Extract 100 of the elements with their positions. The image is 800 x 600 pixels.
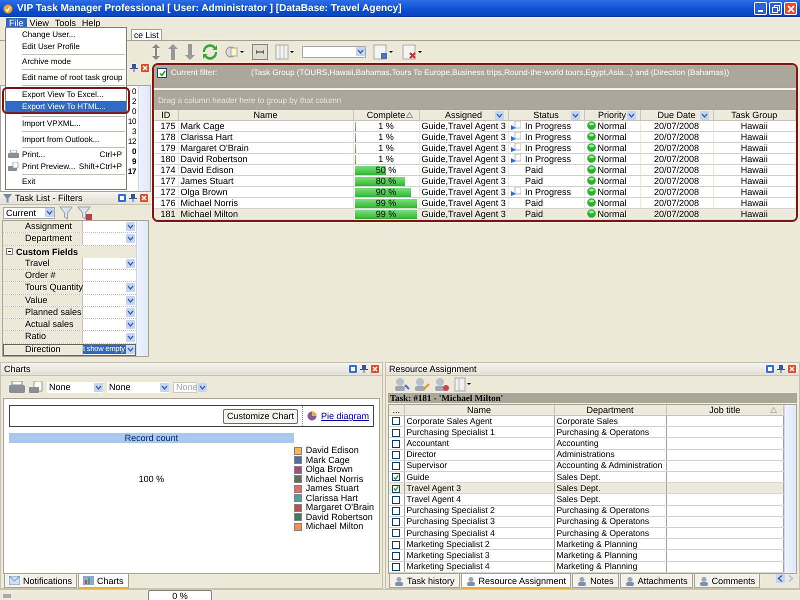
pie-diagram-link[interactable]: Pie diagram	[320, 411, 369, 421]
checkbox[interactable]	[392, 417, 400, 426]
dropdown-arrow-icon[interactable]	[126, 222, 135, 232]
column-header[interactable]: Assigned	[419, 110, 508, 120]
dropdown-arrow-icon[interactable]	[700, 111, 708, 120]
calendar-day[interactable]: 0	[132, 147, 136, 157]
tab[interactable]: ce List	[131, 29, 162, 40]
dropdown-arrow-icon[interactable]	[126, 344, 135, 354]
toggle-button[interactable]	[252, 44, 268, 60]
scroll-left-icon[interactable]	[776, 574, 785, 583]
close-button[interactable]	[784, 2, 797, 15]
calendar-day[interactable]: 12	[128, 137, 136, 147]
menu-item[interactable]: File	[6, 18, 27, 28]
column-header[interactable]: Name	[178, 110, 353, 120]
checkbox[interactable]	[157, 68, 167, 78]
property-row[interactable]: Actual sales	[3, 319, 136, 332]
checkbox[interactable]	[392, 506, 400, 515]
menu-item[interactable]: Print Preview... Shift+Ctrl+P	[6, 160, 126, 172]
tab[interactable]: Charts	[78, 574, 129, 589]
checkbox[interactable]	[392, 484, 400, 493]
column-header[interactable]: Department	[554, 405, 666, 416]
checkbox[interactable]	[392, 552, 400, 560]
pin-icon[interactable]	[130, 64, 138, 72]
dropdown-arrow-icon[interactable]	[126, 332, 135, 342]
property-row[interactable]: Value	[3, 294, 136, 307]
property-row[interactable]: Travel	[3, 258, 136, 270]
chart-dropdown[interactable]: None	[107, 382, 169, 392]
close-icon[interactable]	[371, 365, 379, 373]
checkbox[interactable]	[392, 529, 400, 538]
dropdown-arrow-icon[interactable]	[45, 208, 54, 218]
column-header[interactable]: Job title	[666, 405, 784, 416]
pin-icon[interactable]	[360, 365, 368, 373]
window-restore-icon[interactable]	[349, 365, 357, 373]
dropdown-arrow-icon[interactable]	[160, 382, 169, 392]
calendar-day[interactable]: 17	[128, 167, 136, 177]
checkbox[interactable]	[392, 518, 400, 526]
filter-save-icon[interactable]	[77, 206, 93, 220]
tab[interactable]: Comments	[694, 574, 760, 588]
calendar-day[interactable]: 0	[132, 87, 136, 97]
chart-dropdown[interactable]: None	[47, 382, 103, 392]
dropdown-arrow-icon[interactable]	[126, 308, 135, 317]
column-header[interactable]: Due Date	[640, 110, 713, 120]
checkbox[interactable]	[392, 496, 400, 504]
customize-chart-button[interactable]: Customize Chart	[222, 408, 298, 424]
dropdown-field[interactable]	[302, 46, 366, 58]
column-header[interactable]: Complete	[353, 110, 419, 120]
delete-layout-icon[interactable]	[402, 44, 424, 60]
tab[interactable]: Resource Assignment	[460, 574, 572, 589]
menu-item[interactable]: Edit User Profile	[6, 40, 126, 52]
calendar-day[interactable]: 3	[132, 127, 136, 137]
column-header[interactable]: Task Group	[713, 110, 796, 120]
tab[interactable]: Notifications	[4, 574, 78, 588]
calendar-day[interactable]: 10	[128, 117, 136, 127]
menu-item[interactable]: Help	[78, 18, 104, 28]
dropdown-arrow-icon[interactable]	[126, 258, 135, 268]
checkbox[interactable]	[392, 450, 400, 459]
property-row[interactable]: Department	[3, 233, 136, 246]
tab[interactable]: Task history	[389, 574, 460, 588]
dropdown-arrow-icon[interactable]	[94, 382, 103, 392]
add-resource-icon[interactable]	[394, 377, 410, 392]
remove-resource-icon[interactable]	[434, 377, 450, 392]
pin-icon[interactable]	[777, 365, 785, 373]
property-row[interactable]: Tours Quantity	[3, 282, 136, 295]
checkbox[interactable]	[392, 440, 400, 448]
close-icon[interactable]	[788, 365, 796, 373]
pin-icon[interactable]	[129, 194, 137, 202]
dropdown-arrow-icon[interactable]	[356, 47, 365, 56]
column-header[interactable]: Status	[508, 110, 584, 120]
window-restore-icon[interactable]	[118, 194, 126, 202]
menu-item[interactable]: Print... Ctrl+P	[6, 149, 126, 160]
menu-item[interactable]: View	[26, 18, 52, 28]
menu-item[interactable]: Exit	[6, 176, 126, 188]
print-preview-icon[interactable]	[29, 380, 43, 394]
dropdown-arrow-icon[interactable]	[570, 111, 580, 120]
column-header[interactable]: Priority	[584, 110, 640, 120]
dropdown-arrow-icon[interactable]	[126, 296, 135, 305]
document-icon[interactable]	[225, 44, 245, 58]
printer-icon[interactable]	[9, 380, 25, 394]
menu-item[interactable]: Export View To Excel...	[6, 89, 126, 100]
property-row[interactable]: Ratio	[3, 331, 136, 344]
calendar-day[interactable]: 0	[132, 107, 136, 117]
scrollbar[interactable]	[784, 405, 796, 573]
close-icon[interactable]	[140, 194, 148, 202]
save-layout-icon[interactable]	[373, 44, 395, 60]
menu-item[interactable]: Tools	[52, 18, 79, 28]
dropdown-arrow-icon[interactable]	[626, 111, 636, 120]
property-row[interactable]: Order #	[3, 270, 136, 282]
menu-item[interactable]: Archive mode	[6, 56, 126, 68]
window-restore-icon[interactable]	[766, 365, 774, 373]
scrollbar[interactable]	[136, 221, 148, 356]
tab[interactable]: Notes	[572, 574, 619, 588]
calendar-day[interactable]: 2	[132, 97, 136, 107]
menu-item[interactable]: Export View To HTML...	[6, 100, 126, 112]
column-header[interactable]: ...	[389, 405, 404, 416]
checkbox[interactable]	[392, 462, 400, 470]
calendar-day[interactable]: 9	[132, 157, 136, 167]
view-dropdown[interactable]: Current	[3, 206, 55, 219]
minimize-button[interactable]	[754, 2, 767, 15]
menu-item[interactable]: Import from Outlook...	[6, 134, 126, 145]
dropdown-arrow-icon[interactable]	[126, 234, 135, 244]
